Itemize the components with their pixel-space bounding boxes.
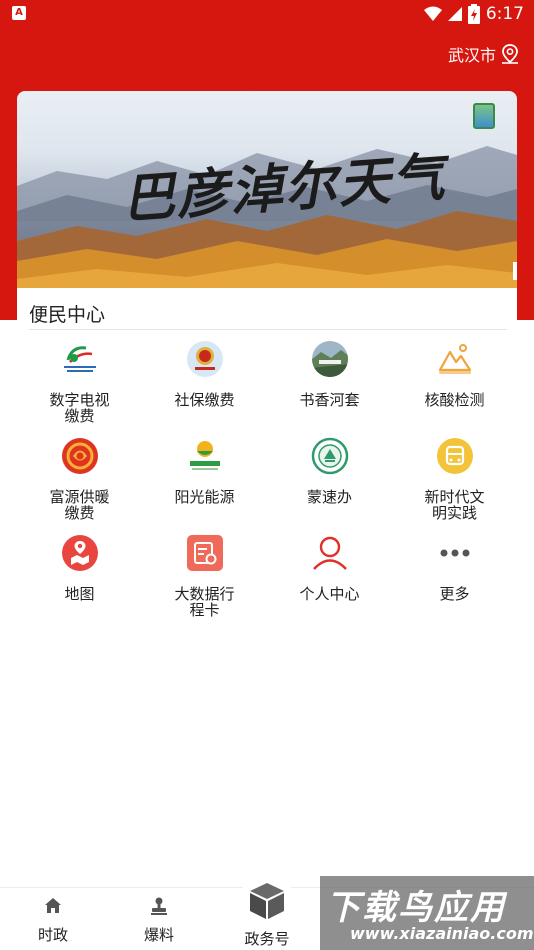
service-label: 书香河套: [299, 391, 360, 409]
more-dots-icon: [436, 534, 474, 572]
map-icon: [61, 534, 99, 572]
location-pin-icon: [502, 44, 518, 64]
location-selector[interactable]: 武汉市: [448, 42, 520, 66]
social-security-emblem-icon: [186, 340, 224, 378]
watermark: 下载鸟应用 www.xiazainiao.com: [320, 876, 534, 950]
digital-tv-logo-icon: [61, 340, 99, 378]
weather-banner[interactable]: 巴彦淖尔天气: [17, 91, 517, 288]
banner-logo-icon: [473, 103, 495, 129]
heating-logo-icon: [61, 437, 99, 475]
watermark-title: 下载鸟应用: [326, 888, 506, 928]
service-digital-tv[interactable]: 数字电视 缴费: [17, 340, 142, 430]
mountain-sun-icon: [436, 340, 474, 378]
service-fuyuan-heating[interactable]: 富源供暖 缴费: [17, 437, 142, 527]
section-divider: [29, 329, 507, 330]
cube-icon: [250, 883, 284, 919]
location-label: 武汉市: [447, 46, 496, 65]
service-nucleic-test[interactable]: 核酸检测: [392, 340, 517, 430]
bus-icon: [436, 437, 474, 475]
service-label: 个人中心: [299, 585, 360, 603]
service-itinerary-card[interactable]: 大数据行 程卡: [142, 534, 267, 624]
service-book-hetao[interactable]: 书香河套: [267, 340, 392, 430]
service-label: 核酸检测: [424, 391, 485, 409]
service-label: 蒙速办: [306, 488, 352, 506]
service-sunshine-energy[interactable]: 阳光能源: [142, 437, 267, 527]
banner-page-indicator: [513, 262, 517, 280]
service-social-security[interactable]: 社保缴费: [142, 340, 267, 430]
signal-icon: [447, 7, 462, 21]
nav-label: 政务号: [244, 930, 290, 948]
nav-label: 爆料: [143, 926, 174, 944]
app-notification-icon: A: [12, 6, 26, 20]
service-label: 数字电视 缴费: [49, 391, 110, 425]
service-personal-center[interactable]: 个人中心: [267, 534, 392, 624]
service-label: 更多: [439, 585, 470, 603]
watermark-url: www.xiazainiao.com: [350, 924, 534, 943]
itinerary-card-icon: [186, 534, 224, 572]
status-time: 6:17: [485, 4, 524, 24]
service-section-header: 便民中心: [17, 288, 517, 330]
book-scenery-icon: [311, 340, 349, 378]
service-map[interactable]: 地图: [17, 534, 142, 624]
service-label: 新时代文 明实践: [424, 488, 485, 522]
service-mengsuban[interactable]: 蒙速办: [267, 437, 392, 527]
nav-item-politics[interactable]: 时政: [0, 888, 106, 950]
section-title: 便民中心: [29, 304, 106, 326]
service-label: 社保缴费: [174, 391, 235, 409]
service-civilization-practice[interactable]: 新时代文 明实践: [392, 437, 517, 527]
service-label: 大数据行 程卡: [174, 585, 235, 619]
mengsuban-logo-icon: [311, 437, 349, 475]
service-label: 阳光能源: [174, 488, 235, 506]
nav-label: 时政: [37, 926, 68, 944]
wifi-icon: [423, 6, 442, 21]
service-label: 地图: [64, 585, 95, 603]
service-more[interactable]: 更多: [392, 534, 517, 624]
battery-icon: [467, 4, 480, 24]
service-label: 富源供暖 缴费: [49, 488, 110, 522]
stamp-icon: [151, 897, 167, 915]
nav-item-government[interactable]: 政务号: [214, 880, 320, 950]
sunshine-energy-logo-icon: [186, 437, 224, 475]
home-icon: [45, 898, 61, 913]
nav-item-tipoff[interactable]: 爆料: [106, 888, 212, 950]
status-bar: A 6:17: [0, 0, 534, 28]
person-icon: [311, 534, 349, 572]
